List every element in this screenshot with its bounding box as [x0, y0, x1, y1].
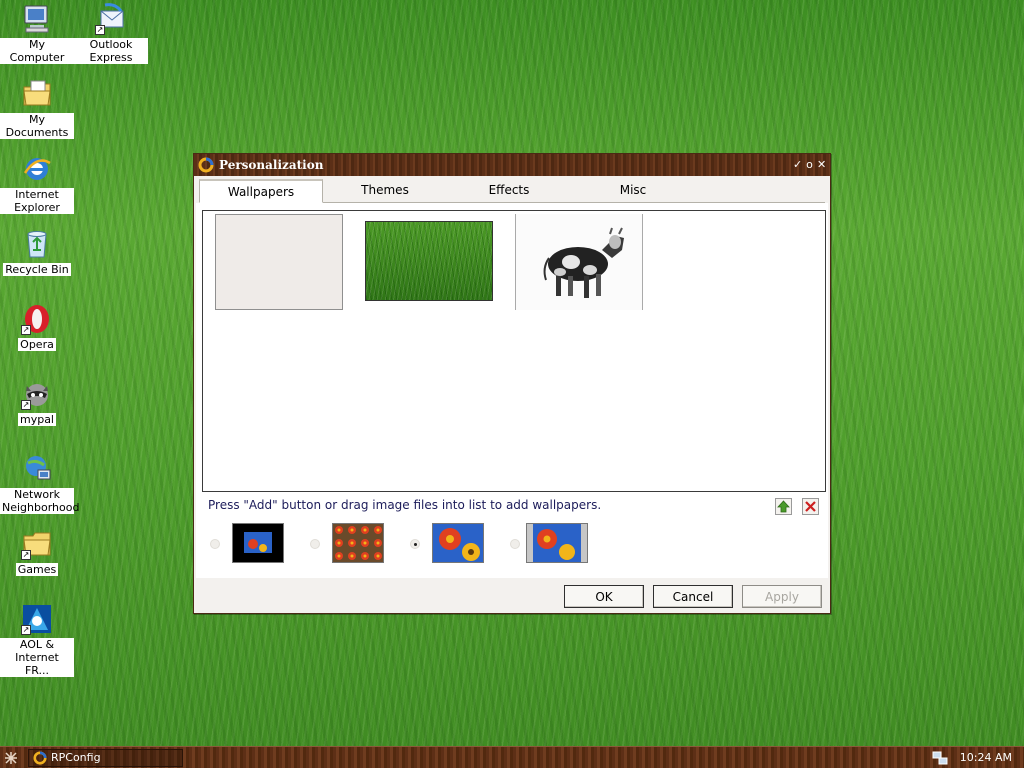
desktop-icon-my-documents[interactable]: My Documents — [0, 78, 74, 139]
desktop-icon-aol[interactable]: ↗ AOL & Internet FR... — [0, 603, 74, 677]
desktop-icon-internet-explorer[interactable]: Internet Explorer — [0, 153, 74, 214]
desktop-icon-label: My Computer — [0, 38, 74, 64]
start-icon — [5, 751, 17, 764]
tab-wallpapers[interactable]: Wallpapers — [199, 179, 323, 203]
ok-button[interactable]: OK — [564, 585, 644, 608]
mode-radio-center[interactable] — [210, 539, 220, 549]
desktop-icon-outlook-express[interactable]: ↗ Outlook Express — [74, 3, 148, 64]
apply-button[interactable]: Apply — [742, 585, 822, 608]
shortcut-arrow-icon: ↗ — [21, 400, 31, 410]
shortcut-arrow-icon: ↗ — [21, 625, 31, 635]
add-wallpaper-hint: Press "Add" button or drag image files i… — [208, 498, 602, 512]
system-tray: 10:24 AM — [932, 750, 1024, 766]
shortcut-arrow-icon: ↗ — [21, 325, 31, 335]
desktop-icon-label: Games — [15, 563, 59, 576]
desktop-icon-label: mypal — [17, 413, 56, 426]
mode-radio-tile[interactable] — [310, 539, 320, 549]
desktop-icon-label: Opera — [18, 338, 56, 351]
taskbar-item-label: RPConfig — [51, 751, 101, 764]
window-title: Personalization — [219, 158, 324, 172]
shortcut-arrow-icon: ↗ — [21, 550, 31, 560]
mode-fit-preview[interactable] — [526, 523, 588, 563]
desktop-icon-network-neighborhood[interactable]: Network Neighborhood — [0, 453, 80, 514]
recycle-bin-icon — [21, 228, 53, 260]
mode-center-preview[interactable] — [232, 523, 284, 563]
desktop-icon-recycle-bin[interactable]: Recycle Bin — [0, 228, 74, 276]
internet-explorer-icon — [21, 153, 53, 185]
remove-wallpaper-button[interactable] — [802, 498, 819, 515]
tab-effects[interactable]: Effects — [447, 179, 571, 203]
taskbar-item-rpconfig[interactable]: RPConfig — [28, 748, 183, 767]
desktop-icon-label: AOL & Internet FR... — [0, 638, 74, 677]
cancel-button[interactable]: Cancel — [653, 585, 733, 608]
minimize-icon[interactable]: o — [805, 159, 814, 170]
desktop-icon-label: Outlook Express — [74, 38, 148, 64]
desktop-icon-label: Internet Explorer — [0, 188, 74, 214]
shortcut-arrow-icon: ↗ — [95, 25, 105, 35]
wallpaper-thumb-grass[interactable] — [365, 221, 493, 301]
network-tray-icon[interactable] — [932, 750, 948, 766]
add-wallpaper-button[interactable] — [775, 498, 792, 515]
desktop-icon-label: Network Neighborhood — [0, 488, 80, 514]
desktop-icon-label: My Documents — [0, 113, 74, 139]
personalization-window: Personalization ✓ o ✕ Wallpapers Themes … — [193, 153, 831, 614]
pin-icon[interactable]: ✓ — [793, 159, 802, 170]
rpconfig-app-icon — [198, 157, 214, 173]
delete-icon — [805, 501, 816, 512]
folder-icon: ↗ — [21, 528, 53, 560]
tab-bar: Wallpapers Themes Effects Misc — [199, 179, 825, 203]
clock: 10:24 AM — [959, 751, 1012, 764]
outlook-express-icon: ↗ — [95, 3, 127, 35]
mode-radio-stretch[interactable] — [410, 539, 420, 549]
mode-stretch-preview[interactable] — [432, 523, 484, 563]
dialog-buttons: OK Cancel Apply — [564, 585, 822, 608]
tab-themes[interactable]: Themes — [323, 179, 447, 203]
rpconfig-app-icon — [33, 750, 47, 765]
opera-icon: ↗ — [21, 303, 53, 335]
aol-icon: ↗ — [21, 603, 53, 635]
up-arrow-icon — [777, 500, 790, 513]
mode-radio-fit[interactable] — [510, 539, 520, 549]
computer-icon — [21, 3, 53, 35]
desktop-icon-my-computer[interactable]: My Computer — [0, 3, 74, 64]
desktop-icon-games[interactable]: ↗ Games — [0, 528, 74, 576]
tab-misc[interactable]: Misc — [571, 179, 695, 203]
desktop-icon-label: Recycle Bin — [3, 263, 71, 276]
wallpaper-thumb-plain[interactable] — [215, 214, 343, 310]
taskbar: RPConfig 10:24 AM — [0, 746, 1024, 768]
folder-documents-icon — [21, 78, 53, 110]
wallpaper-thumb-cow[interactable] — [515, 214, 643, 310]
start-button[interactable] — [0, 748, 22, 768]
close-icon[interactable]: ✕ — [817, 159, 826, 170]
window-titlebar[interactable]: Personalization ✓ o ✕ — [194, 154, 830, 176]
wallpaper-list[interactable] — [202, 210, 826, 492]
wallpapers-panel: Press "Add" button or drag image files i… — [196, 203, 828, 578]
display-mode-options — [196, 521, 826, 567]
network-icon — [21, 453, 53, 485]
mypal-raccoon-icon: ↗ — [21, 378, 53, 410]
mode-tile-preview[interactable] — [332, 523, 384, 563]
desktop-icon-opera[interactable]: ↗ Opera — [0, 303, 74, 351]
desktop-icon-mypal[interactable]: ↗ mypal — [0, 378, 74, 426]
